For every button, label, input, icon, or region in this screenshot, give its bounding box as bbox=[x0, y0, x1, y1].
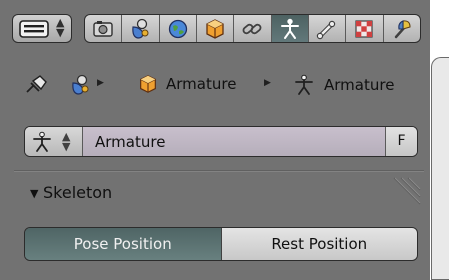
rest-position-button[interactable]: Rest Position bbox=[220, 228, 417, 260]
pose-rest-toggle: Pose Position Rest Position bbox=[24, 227, 418, 261]
scene-icon bbox=[72, 74, 89, 95]
properties-editor-icon bbox=[19, 20, 49, 38]
fake-user-button[interactable]: F bbox=[385, 127, 417, 156]
material-icon bbox=[355, 19, 374, 38]
updown-arrows-icon: ▲ ▼ bbox=[62, 130, 71, 153]
skeleton-panel-title: Skeleton bbox=[43, 183, 113, 202]
editor-type-selector[interactable]: ▲ ▼ bbox=[12, 14, 72, 43]
browse-armature-button[interactable]: ▲ ▼ bbox=[25, 127, 83, 156]
breadcrumb-armature-label: Armature bbox=[324, 76, 395, 94]
tab-constraints[interactable] bbox=[234, 15, 272, 42]
properties-panel: ▲ ▼ ▶ Armature ▶ Armature ▲ ▼ Armature F… bbox=[0, 0, 432, 280]
breadcrumb-separator-icon: ▶ bbox=[264, 78, 271, 88]
object-icon bbox=[206, 18, 224, 39]
updown-arrows-icon: ▲ ▼ bbox=[56, 16, 65, 39]
tab-world[interactable] bbox=[160, 15, 197, 42]
tab-texture[interactable] bbox=[384, 15, 420, 42]
pin-button[interactable] bbox=[24, 73, 50, 95]
skeleton-panel-header[interactable]: ▼ Skeleton bbox=[0, 172, 430, 216]
tab-bone[interactable] bbox=[309, 15, 347, 42]
tab-render[interactable] bbox=[85, 15, 123, 42]
object-icon bbox=[140, 75, 156, 93]
armature-data-icon bbox=[280, 18, 299, 39]
disclosure-triangle-icon: ▼ bbox=[30, 187, 39, 200]
tab-armature-data[interactable] bbox=[271, 15, 309, 42]
world-icon bbox=[168, 19, 187, 38]
armature-name-field[interactable]: Armature bbox=[95, 133, 165, 151]
context-breadcrumb: ▶ Armature ▶ Armature bbox=[0, 58, 430, 108]
breadcrumb-armature-data: Armature bbox=[292, 73, 394, 97]
drag-grip-icon[interactable] bbox=[388, 176, 422, 210]
scene-icon bbox=[132, 18, 149, 39]
scrollbar[interactable] bbox=[431, 57, 449, 280]
render-icon bbox=[93, 20, 113, 37]
armature-data-icon bbox=[295, 74, 313, 95]
pose-position-button[interactable]: Pose Position bbox=[25, 228, 221, 260]
tab-material[interactable] bbox=[346, 15, 384, 42]
tab-scene[interactable] bbox=[122, 15, 160, 42]
breadcrumb-scene bbox=[68, 73, 92, 97]
pin-icon bbox=[26, 75, 47, 93]
context-tabs bbox=[84, 14, 421, 43]
breadcrumb-object: Armature bbox=[137, 73, 236, 95]
texture-icon bbox=[394, 19, 411, 38]
armature-datablock-selector: ▲ ▼ Armature F bbox=[24, 126, 418, 157]
properties-header: ▲ ▼ bbox=[0, 0, 432, 52]
breadcrumb-separator-icon: ▶ bbox=[97, 78, 104, 88]
constraints-icon bbox=[243, 23, 262, 34]
tab-object[interactable] bbox=[197, 15, 235, 42]
armature-data-icon bbox=[33, 131, 51, 152]
bone-icon bbox=[316, 20, 336, 39]
breadcrumb-object-label: Armature bbox=[166, 75, 237, 93]
